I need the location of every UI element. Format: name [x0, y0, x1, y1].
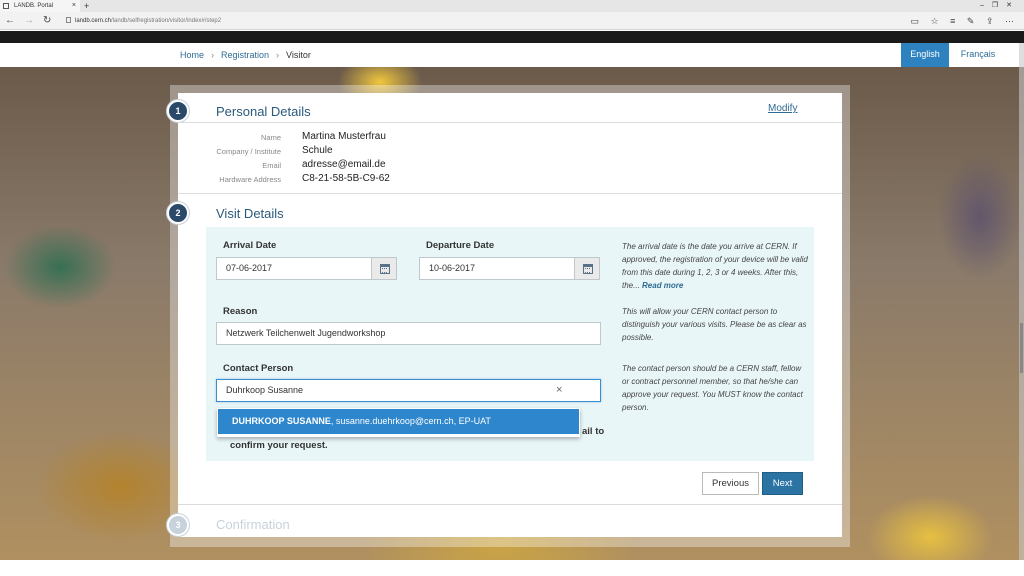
- departure-calendar-button[interactable]: [574, 257, 600, 280]
- chevron-right-icon: ›: [211, 50, 215, 60]
- name-value: Martina Musterfrau: [302, 131, 386, 142]
- lock-icon: [66, 17, 71, 24]
- page-scrollbar[interactable]: [1019, 43, 1024, 560]
- arrival-date-label: Arrival Date: [223, 240, 277, 251]
- language-french-button[interactable]: Français: [951, 43, 1005, 67]
- browser-tab-bar: LANDB. Portal × + –❐✕: [0, 0, 1024, 12]
- contact-suggestions-dropdown: DUHRKOOP SUSANNE, susanne.duehrkoop@cern…: [217, 408, 580, 437]
- partially-hidden-text: ail to: [582, 426, 605, 437]
- section-divider: [178, 122, 842, 123]
- forward-icon[interactable]: →: [24, 14, 34, 28]
- confirmation-title: Confirmation: [216, 517, 290, 532]
- breadcrumb-registration[interactable]: Registration: [221, 50, 269, 60]
- step-3-badge: 3: [167, 514, 189, 536]
- company-label: Company / Institute: [216, 147, 281, 156]
- read-more-link[interactable]: Read more: [642, 281, 683, 290]
- tab-title: LANDB. Portal: [14, 3, 54, 9]
- browser-tab[interactable]: LANDB. Portal ×: [0, 0, 80, 12]
- reason-help-text: This will allow your CERN contact person…: [622, 307, 807, 342]
- browser-toolbar: ▭ ☆ ≡ ✎ ⇪ ⋯: [901, 14, 1014, 28]
- partially-hidden-text: confirm your request.: [230, 440, 328, 451]
- hardware-address-value: C8-21-58-5B-C9-62: [302, 173, 390, 184]
- favorite-star-icon[interactable]: ☆: [931, 16, 939, 26]
- previous-button[interactable]: Previous: [702, 472, 759, 495]
- breadcrumb-home[interactable]: Home: [180, 50, 204, 60]
- language-english-button[interactable]: English: [901, 43, 949, 67]
- share-icon[interactable]: ⇪: [986, 16, 994, 26]
- hub-menu-icon[interactable]: ≡: [950, 16, 955, 26]
- breadcrumb-bar: Home › Registration › Visitor: [0, 43, 1024, 67]
- page-favicon-icon: [3, 3, 9, 9]
- visit-details-title: Visit Details: [216, 206, 284, 221]
- arrival-date-input[interactable]: 07-06-2017: [216, 257, 372, 280]
- more-icon[interactable]: ⋯: [1005, 16, 1014, 26]
- new-tab-icon[interactable]: +: [84, 0, 89, 12]
- refresh-icon[interactable]: ↻: [43, 14, 51, 28]
- back-icon[interactable]: ←: [5, 14, 15, 28]
- close-tab-icon[interactable]: ×: [72, 2, 76, 9]
- contact-person-input[interactable]: Duhrkoop Susanne: [216, 379, 601, 402]
- contact-suggestion-item[interactable]: DUHRKOOP SUSANNE, susanne.duehrkoop@cern…: [218, 409, 579, 434]
- calendar-icon: [583, 264, 593, 274]
- arrival-calendar-button[interactable]: [371, 257, 397, 280]
- email-label: Email: [262, 161, 281, 170]
- calendar-icon: [380, 264, 390, 274]
- reason-input[interactable]: Netzwerk Teilchenwelt Jugendworkshop: [216, 322, 601, 345]
- step-1-badge: 1: [167, 100, 189, 122]
- site-top-strip: [0, 31, 1024, 43]
- breadcrumb-current: Visitor: [286, 50, 311, 60]
- section-divider: [178, 193, 842, 194]
- reason-label: Reason: [223, 306, 258, 317]
- dates-help-text: The arrival date is the date you arrive …: [622, 242, 808, 290]
- url-field[interactable]: landb.cern.ch/landb/selfregistration/vis…: [66, 15, 221, 27]
- departure-date-input[interactable]: 10-06-2017: [419, 257, 575, 280]
- clear-input-icon[interactable]: ×: [556, 384, 562, 396]
- address-bar: ← → ↻ landb.cern.ch/landb/selfregistrati…: [0, 12, 1024, 30]
- personal-details-title: Personal Details: [216, 104, 311, 119]
- company-value: Schule: [302, 145, 333, 156]
- name-label: Name: [260, 133, 281, 142]
- breadcrumb: Home › Registration › Visitor: [180, 43, 311, 67]
- window-controls[interactable]: –❐✕: [980, 0, 1020, 12]
- section-divider: [178, 504, 842, 505]
- next-button[interactable]: Next: [762, 472, 803, 495]
- modify-link[interactable]: Modify: [768, 103, 797, 114]
- contact-person-label: Contact Person: [223, 363, 294, 374]
- page-bottom-strip: [0, 560, 1024, 576]
- chevron-right-icon: ›: [276, 50, 280, 60]
- scrollbar-thumb[interactable]: [1020, 323, 1023, 373]
- hardware-address-label: Hardware Address: [219, 175, 281, 184]
- contact-help-text: The contact person should be a CERN staf…: [622, 364, 803, 412]
- email-value: adresse@email.de: [302, 159, 386, 170]
- departure-date-label: Departure Date: [426, 240, 495, 251]
- reading-view-icon[interactable]: ▭: [910, 16, 919, 26]
- step-2-badge: 2: [167, 202, 189, 224]
- web-note-icon[interactable]: ✎: [967, 16, 975, 26]
